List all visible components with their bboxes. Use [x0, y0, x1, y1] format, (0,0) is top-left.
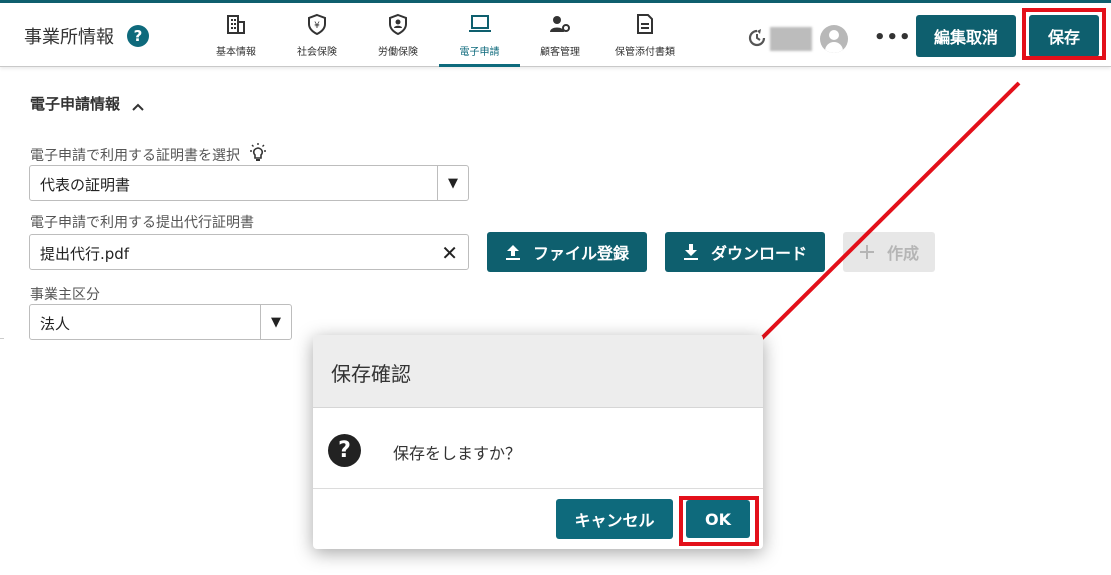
- file-register-button[interactable]: ファイル登録: [487, 232, 647, 272]
- dialog-header: 保存確認: [313, 335, 763, 408]
- cancel-edit-button[interactable]: 編集取消: [916, 15, 1016, 57]
- tab-basic-info[interactable]: 基本情報: [214, 10, 258, 67]
- section-title: 電子申請情報: [30, 95, 121, 113]
- highlight-frame-ok: [679, 496, 759, 546]
- tab-label: 電子申請: [459, 47, 500, 58]
- agent-cert-file-field[interactable]: 提出代行.pdf ✕: [29, 234, 469, 270]
- tab-labor-insurance[interactable]: 労働保険: [376, 10, 420, 67]
- create-button[interactable]: 作成: [843, 232, 935, 272]
- business-type-label: 事業主区分: [30, 287, 100, 303]
- dialog-cancel-button[interactable]: キャンセル: [556, 499, 673, 539]
- tab-social-insurance[interactable]: ¥ 社会保険: [295, 10, 339, 67]
- avatar[interactable]: [820, 25, 848, 53]
- tab-label: 労働保険: [378, 47, 418, 58]
- agent-cert-label: 電子申請で利用する提出代行証明書: [30, 215, 254, 231]
- dialog-message: 保存をしますか？: [393, 444, 522, 463]
- plus-icon: [859, 244, 875, 260]
- divider: [313, 488, 763, 489]
- cert-select-value: 代表の証明書: [40, 176, 131, 194]
- tab-label: 顧客管理: [540, 47, 580, 58]
- business-type-value: 法人: [40, 315, 71, 333]
- agent-cert-filename: 提出代行.pdf: [40, 245, 130, 263]
- tab-label: 保管添付書類: [615, 47, 675, 58]
- clear-icon[interactable]: ✕: [441, 241, 458, 265]
- svg-text:¥: ¥: [314, 21, 320, 31]
- file-register-label: ファイル登録: [532, 244, 629, 263]
- download-label: ダウンロード: [710, 244, 807, 263]
- tab-label: 社会保険: [297, 47, 337, 58]
- laptop-icon: [468, 12, 492, 36]
- shield-person-icon: [386, 12, 410, 36]
- history-icon[interactable]: [746, 27, 768, 49]
- more-menu-icon[interactable]: •••: [874, 27, 912, 48]
- upload-icon: [505, 243, 521, 261]
- tab-e-application[interactable]: 電子申請: [439, 10, 520, 67]
- tab-label: 基本情報: [216, 47, 256, 58]
- shield-yen-icon: ¥: [305, 12, 329, 36]
- dropdown-arrow-icon[interactable]: ▼: [437, 166, 468, 200]
- page-title: 事業所情報: [24, 27, 114, 48]
- download-button[interactable]: ダウンロード: [665, 232, 825, 272]
- user-gear-icon: [548, 12, 572, 36]
- tab-customer-management[interactable]: 顧客管理: [538, 10, 582, 67]
- building-icon: [224, 12, 248, 36]
- cert-select-label: 電子申請で利用する証明書を選択: [30, 148, 240, 164]
- document-icon: [633, 12, 657, 36]
- chevron-up-icon[interactable]: [131, 97, 145, 111]
- download-icon: [683, 243, 699, 261]
- create-label: 作成: [886, 244, 919, 263]
- business-type-dropdown[interactable]: 法人 ▼: [29, 304, 292, 340]
- question-circle-icon: ?: [328, 434, 361, 467]
- question-circle-icon[interactable]: ?: [127, 25, 149, 47]
- lightbulb-icon[interactable]: [247, 142, 269, 164]
- dropdown-arrow-icon[interactable]: ▼: [260, 305, 291, 339]
- dialog-title: 保存確認: [331, 362, 411, 386]
- app-header: 事業所情報 ? 基本情報 ¥ 社会保険 労働保険 電子申請 顧客管理 保管添付書…: [0, 3, 1111, 67]
- divider: [0, 338, 4, 339]
- user-name-redacted: [770, 27, 812, 51]
- tab-attached-documents[interactable]: 保管添付書類: [613, 10, 677, 67]
- cert-select-dropdown[interactable]: 代表の証明書 ▼: [29, 165, 469, 201]
- highlight-frame-save: [1022, 8, 1106, 60]
